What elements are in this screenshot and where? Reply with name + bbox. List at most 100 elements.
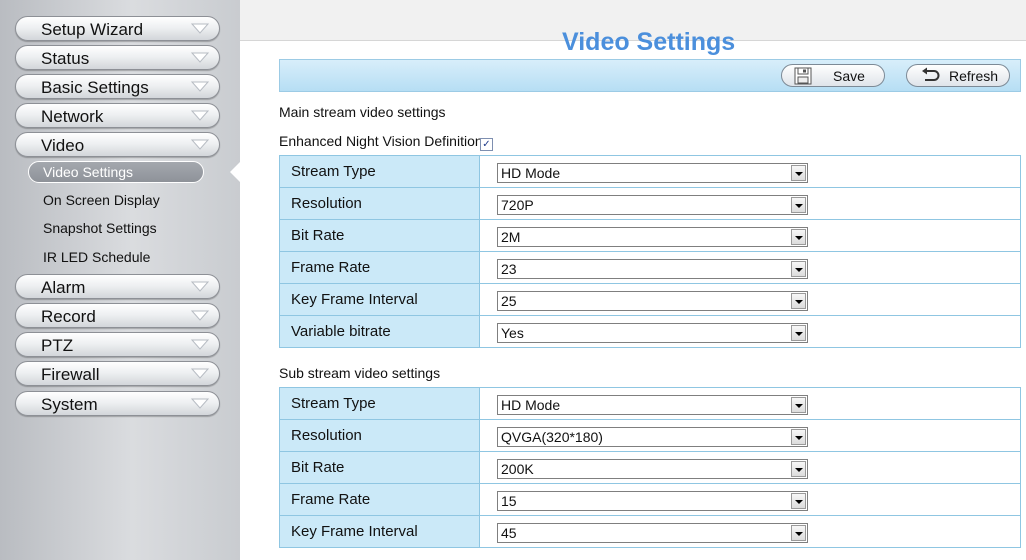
chevron-down-icon	[190, 339, 210, 350]
select-value: 25	[501, 293, 517, 309]
main-frame-rate-select[interactable]: 23	[497, 259, 808, 279]
sub-bit-rate-select[interactable]: 200K	[497, 459, 808, 479]
sub-stream-type-select[interactable]: HD Mode	[497, 395, 808, 415]
refresh-button[interactable]: Refresh	[906, 64, 1010, 87]
sidebar: Setup Wizard Status Basic Settings Netwo…	[0, 0, 240, 560]
row-label: Variable bitrate	[279, 315, 480, 348]
select-value: QVGA(320*180)	[501, 429, 603, 445]
toolbar: Save Refresh	[279, 59, 1021, 92]
row-label: Bit Rate	[279, 451, 480, 484]
dropdown-arrow-icon	[791, 261, 806, 277]
sub-stream-table: Stream Type HD Mode Resolution QVGA(320*…	[279, 387, 1021, 548]
table-row: Stream Type HD Mode	[279, 387, 1021, 420]
refresh-icon	[922, 67, 940, 81]
menu-label: System	[41, 395, 98, 414]
menu-network[interactable]: Network	[15, 103, 220, 128]
submenu-video-settings[interactable]: Video Settings	[28, 161, 204, 183]
chevron-down-icon	[190, 52, 210, 63]
dropdown-arrow-icon	[791, 397, 806, 413]
table-row: Frame Rate 23	[279, 251, 1021, 284]
menu-label: Firewall	[41, 365, 100, 384]
row-label: Bit Rate	[279, 219, 480, 252]
select-value: HD Mode	[501, 397, 561, 413]
main-resolution-select[interactable]: 720P	[497, 195, 808, 215]
menu-status[interactable]: Status	[15, 45, 220, 70]
select-value: 15	[501, 493, 517, 509]
night-vision-checkbox[interactable]: ✓	[480, 138, 493, 151]
main-key-frame-interval-select[interactable]: 25	[497, 291, 808, 311]
table-row: Key Frame Interval 45	[279, 515, 1021, 548]
row-label: Resolution	[279, 419, 480, 452]
row-label: Stream Type	[279, 155, 480, 188]
table-row: Stream Type HD Mode	[279, 155, 1021, 188]
sub-resolution-select[interactable]: QVGA(320*180)	[497, 427, 808, 447]
save-button[interactable]: Save	[781, 64, 885, 87]
menu-video[interactable]: Video	[15, 132, 220, 157]
select-value: 720P	[501, 197, 534, 213]
row-label: Frame Rate	[279, 483, 480, 516]
chevron-down-icon	[190, 368, 210, 379]
menu-label: Basic Settings	[41, 78, 149, 97]
select-value: 45	[501, 525, 517, 541]
table-row: Variable bitrate Yes	[279, 315, 1021, 348]
submenu-ir-led-schedule[interactable]: IR LED Schedule	[43, 249, 150, 265]
table-row: Bit Rate 200K	[279, 451, 1021, 484]
select-value: 23	[501, 261, 517, 277]
sub-frame-rate-select[interactable]: 15	[497, 491, 808, 511]
row-label: Key Frame Interval	[279, 283, 480, 316]
night-vision-label: Enhanced Night Vision Definition	[279, 133, 483, 149]
dropdown-arrow-icon	[791, 325, 806, 341]
chevron-down-icon	[190, 281, 210, 292]
table-row: Key Frame Interval 25	[279, 283, 1021, 316]
select-value: 2M	[501, 229, 521, 245]
menu-ptz[interactable]: PTZ	[15, 332, 220, 357]
main-stream-heading: Main stream video settings	[279, 104, 446, 120]
dropdown-arrow-icon	[791, 429, 806, 445]
menu-label: Status	[41, 49, 90, 68]
dropdown-arrow-icon	[791, 197, 806, 213]
page-title: Video Settings	[562, 28, 736, 56]
menu-alarm[interactable]: Alarm	[15, 274, 220, 299]
sub-key-frame-interval-select[interactable]: 45	[497, 523, 808, 543]
dropdown-arrow-icon	[791, 293, 806, 309]
chevron-down-icon	[190, 139, 210, 150]
dropdown-arrow-icon	[791, 493, 806, 509]
main-panel: Video Settings Save Refresh Main stream …	[240, 0, 1026, 560]
chevron-down-icon	[190, 310, 210, 321]
active-pointer-icon	[230, 162, 240, 182]
menu-record[interactable]: Record	[15, 303, 220, 328]
menu-label: Network	[41, 107, 104, 126]
chevron-down-icon	[190, 81, 210, 92]
sub-stream-heading: Sub stream video settings	[279, 365, 441, 381]
row-label: Stream Type	[279, 387, 480, 420]
chevron-down-icon	[190, 110, 210, 121]
row-label: Frame Rate	[279, 251, 480, 284]
submenu-on-screen-display[interactable]: On Screen Display	[43, 192, 160, 208]
refresh-label: Refresh	[949, 68, 999, 84]
menu-label: Setup Wizard	[41, 20, 144, 39]
chevron-down-icon	[190, 23, 210, 34]
dropdown-arrow-icon	[791, 229, 806, 245]
table-row: Bit Rate 2M	[279, 219, 1021, 252]
menu-firewall[interactable]: Firewall	[15, 361, 220, 386]
dropdown-arrow-icon	[791, 165, 806, 181]
table-row: Resolution 720P	[279, 187, 1021, 220]
select-value: 200K	[501, 461, 534, 477]
menu-basic-settings[interactable]: Basic Settings	[15, 74, 220, 99]
select-value: HD Mode	[501, 165, 561, 181]
main-bit-rate-select[interactable]: 2M	[497, 227, 808, 247]
row-label: Key Frame Interval	[279, 515, 480, 548]
checkmark-icon: ✓	[482, 139, 491, 150]
table-row: Frame Rate 15	[279, 483, 1021, 516]
save-label: Save	[833, 68, 865, 84]
menu-system[interactable]: System	[15, 391, 220, 416]
submenu-snapshot-settings[interactable]: Snapshot Settings	[43, 220, 157, 236]
main-stream-table: Stream Type HD Mode Resolution 720P Bit …	[279, 155, 1021, 348]
select-value: Yes	[501, 325, 524, 341]
menu-setup-wizard[interactable]: Setup Wizard	[15, 16, 220, 41]
menu-label: Alarm	[41, 278, 86, 297]
menu-label: Record	[41, 307, 96, 326]
main-stream-type-select[interactable]: HD Mode	[497, 163, 808, 183]
table-row: Resolution QVGA(320*180)	[279, 419, 1021, 452]
main-variable-bitrate-select[interactable]: Yes	[497, 323, 808, 343]
